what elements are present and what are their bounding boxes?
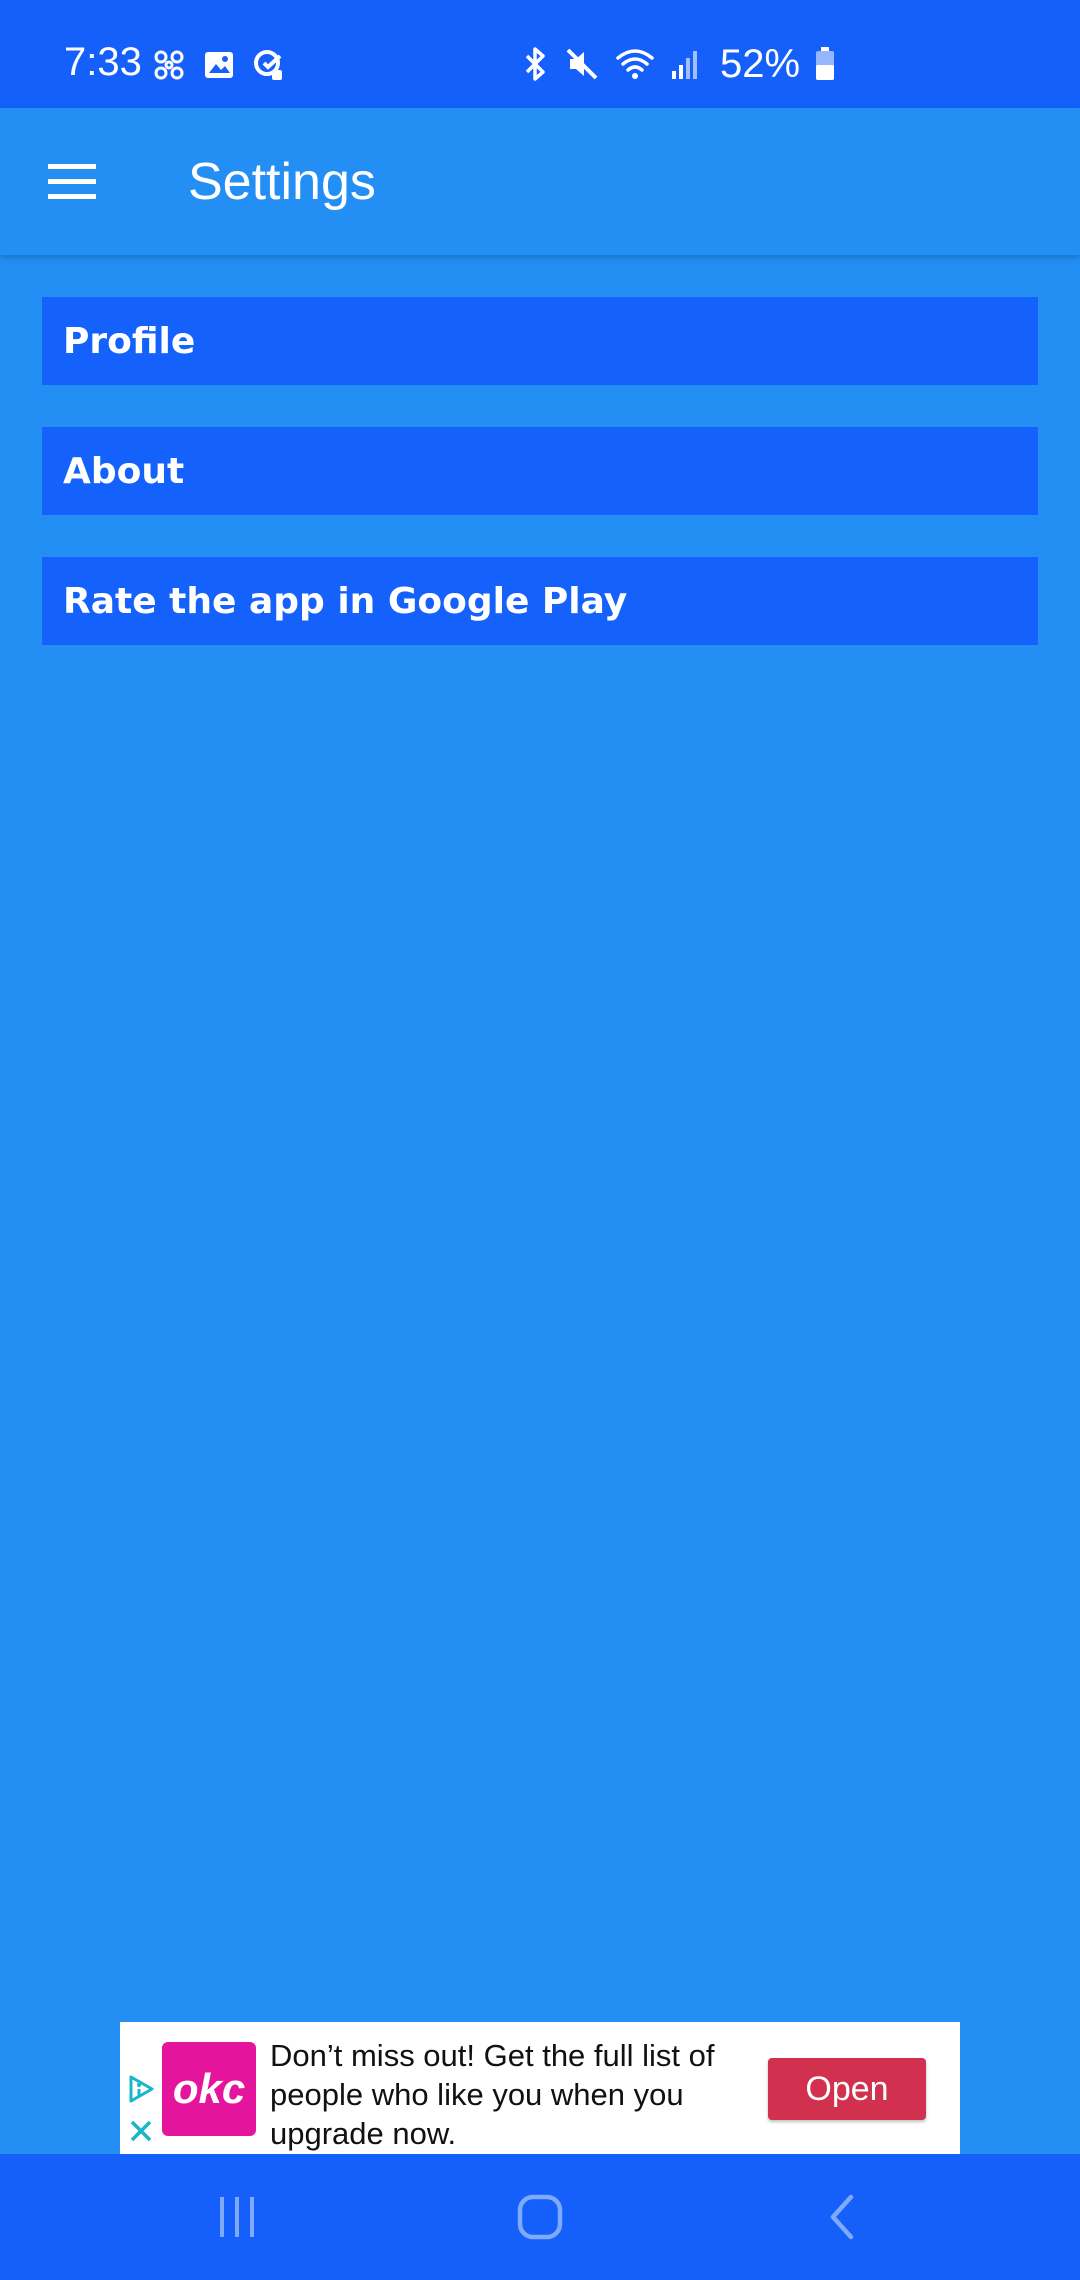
page-title: Settings xyxy=(188,153,376,211)
recents-button[interactable] xyxy=(197,2182,277,2252)
status-notification-icons xyxy=(152,48,286,82)
settings-item-profile[interactable]: Profile xyxy=(42,297,1038,385)
settings-item-label: Profile xyxy=(63,320,196,362)
sync-badge-icon xyxy=(254,50,282,80)
back-icon xyxy=(830,2194,854,2240)
ad-open-button[interactable]: Open xyxy=(768,2058,926,2120)
ad-close-icon[interactable] xyxy=(128,2118,154,2144)
settings-item-rate-app[interactable]: Rate the app in Google Play xyxy=(42,557,1038,645)
settings-item-label: About xyxy=(63,450,185,492)
settings-list: Profile About Rate the app in Google Pla… xyxy=(42,297,1038,687)
ad-text[interactable]: Don’t miss out! Get the full list of peo… xyxy=(270,2036,750,2153)
battery-percentage: 52% xyxy=(720,42,801,86)
bluetooth-icon xyxy=(525,47,545,81)
ad-choices-icon[interactable] xyxy=(126,2074,156,2104)
menu-button[interactable] xyxy=(32,150,112,214)
status-time: 7:33 xyxy=(64,40,142,84)
app-bar: Settings xyxy=(0,108,1080,255)
home-button[interactable] xyxy=(500,2182,580,2252)
settings-item-about[interactable]: About xyxy=(42,427,1038,515)
mute-icon xyxy=(566,48,598,80)
home-icon xyxy=(517,2194,563,2240)
status-bar: 7:33 52% xyxy=(0,0,1080,108)
ad-brand-logo[interactable]: okc xyxy=(162,2042,256,2136)
status-system-icons: 52% xyxy=(520,44,836,84)
back-button[interactable] xyxy=(803,2182,883,2252)
battery-icon xyxy=(816,47,835,80)
signal-icon xyxy=(672,51,697,79)
settings-item-label: Rate the app in Google Play xyxy=(63,580,628,622)
system-nav-bar xyxy=(0,2154,1080,2280)
hamburger-menu-icon xyxy=(48,164,96,199)
recents-icon xyxy=(220,2197,254,2237)
image-icon xyxy=(205,52,233,78)
ad-banner[interactable]: okc Don’t miss out! Get the full list of… xyxy=(120,2022,960,2154)
pinwheel-icon xyxy=(154,50,184,80)
wifi-icon xyxy=(616,49,654,79)
